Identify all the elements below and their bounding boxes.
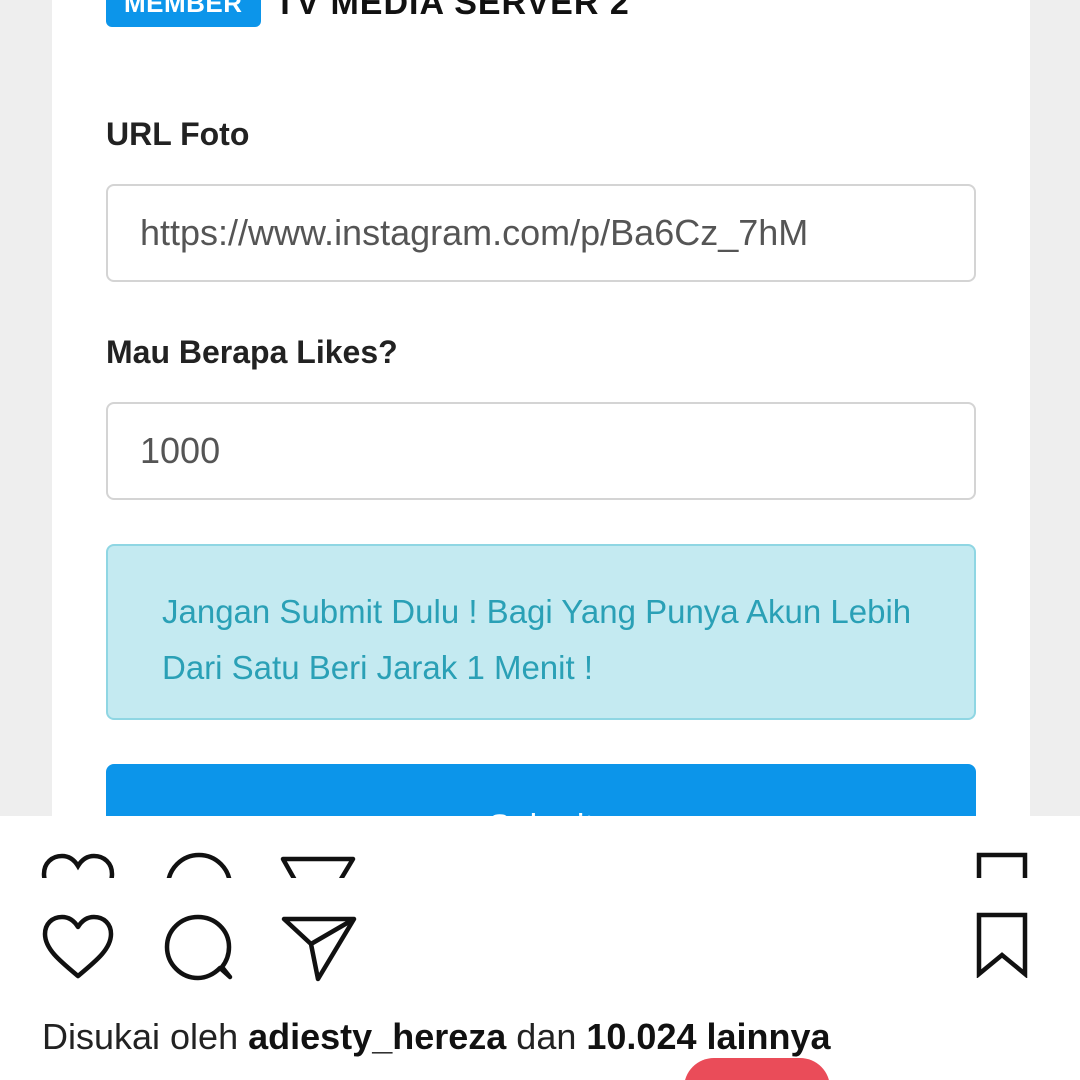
share-icon[interactable]: [280, 914, 358, 984]
liked-by-conj: dan: [516, 1016, 577, 1057]
info-alert: Jangan Submit Dulu ! Bagi Yang Punya Aku…: [106, 544, 976, 720]
liked-by-prefix: Disukai oleh: [42, 1016, 239, 1057]
comment-icon[interactable]: [162, 912, 236, 984]
ghost-comment-icon: [166, 852, 232, 878]
form-header: MEMBER TV MEDIA SERVER 2: [106, 0, 630, 28]
url-input[interactable]: [106, 184, 976, 282]
submit-button[interactable]: Submit: [106, 764, 976, 816]
ghost-share-icon: [280, 856, 356, 878]
web-page: MEMBER TV MEDIA SERVER 2 URL Foto Mau Be…: [0, 0, 1080, 816]
likes-count[interactable]: 10.024 lainnya: [586, 1016, 830, 1057]
likes-input[interactable]: [106, 402, 976, 500]
ghost-heart-icon: [41, 853, 115, 878]
notification-pill[interactable]: [684, 1058, 830, 1080]
bookmark-icon[interactable]: [976, 912, 1028, 978]
liked-by-user[interactable]: adiesty_hereza: [248, 1016, 506, 1057]
url-label: URL Foto: [106, 116, 250, 152]
likes-summary: Disukai oleh adiesty_hereza dan 10.024 l…: [42, 1016, 831, 1058]
heart-icon[interactable]: [40, 912, 116, 982]
likes-label: Mau Berapa Likes?: [106, 334, 398, 370]
member-badge: MEMBER: [106, 0, 261, 27]
instagram-action-bar: Disukai oleh adiesty_hereza dan 10.024 l…: [0, 816, 1080, 1080]
screenshot: MEMBER TV MEDIA SERVER 2 URL Foto Mau Be…: [0, 0, 1080, 1080]
ghost-bookmark-icon: [976, 852, 1028, 878]
server-title: TV MEDIA SERVER 2: [274, 0, 630, 22]
ghost-icon-row: [0, 816, 1080, 878]
